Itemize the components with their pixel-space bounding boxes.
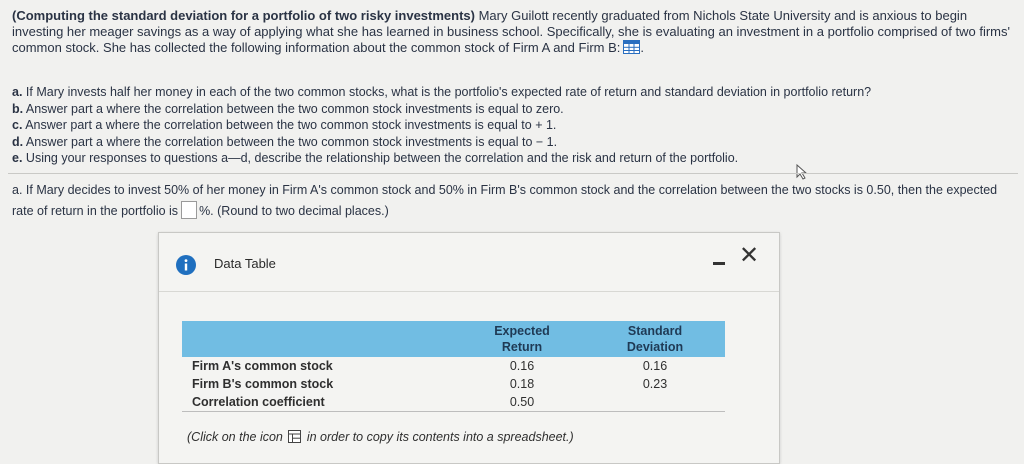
question-a: a. If Mary invests half her money in eac…: [12, 84, 1012, 101]
info-icon: [176, 255, 196, 275]
problem-intro: (Computing the standard deviation for a …: [12, 8, 1012, 56]
expected-return-cell: 0.50: [459, 393, 585, 412]
table-row: Firm A's common stock 0.16 0.16: [182, 357, 725, 375]
std-dev-cell: 0.16: [642, 359, 668, 373]
close-button[interactable]: ✕: [737, 243, 761, 269]
expected-return-cell: 0.16: [509, 359, 535, 373]
spreadsheet-grid-icon[interactable]: [623, 40, 641, 54]
table-header-expected-return: Expected Return: [459, 321, 585, 357]
question-text: Answer part a where the correlation betw…: [23, 101, 564, 116]
row-label: Correlation coefficient: [182, 393, 459, 412]
question-b: b. Answer part a where the correlation b…: [12, 101, 1012, 118]
data-table: Expected Return Standard Deviation Firm A'…: [182, 321, 725, 412]
dialog-title: Data Table: [214, 256, 276, 271]
question-text: If Mary invests half her money in each o…: [22, 85, 872, 99]
table-row: Correlation coefficient 0.50: [182, 393, 725, 412]
question-letter: d.: [12, 134, 24, 149]
row-label: Firm A's common stock: [192, 359, 333, 373]
question-letter: b.: [12, 101, 24, 116]
question-list: a. If Mary invests half her money in eac…: [12, 84, 1012, 167]
section-divider: [8, 173, 1018, 174]
expected-return-answer-input[interactable]: [181, 201, 198, 219]
std-dev-cell: 0.23: [642, 377, 668, 391]
part-a-instruction: %. (Round to two decimal places.): [199, 204, 389, 218]
mouse-cursor-icon: [796, 163, 808, 180]
question-text: Answer part a where the correlation betw…: [23, 134, 558, 149]
question-e: e. Using your responses to questions a—d…: [12, 150, 1012, 167]
copy-note-text: (Click on the icon: [187, 430, 283, 444]
copy-to-spreadsheet-icon[interactable]: [288, 430, 302, 443]
minimize-button[interactable]: [710, 251, 728, 271]
table-row: Firm B's common stock 0.18 0.23: [182, 375, 725, 393]
question-letter: e.: [12, 151, 23, 165]
expected-return-cell: 0.18: [509, 377, 535, 391]
row-label: Firm B's common stock: [192, 377, 334, 391]
problem-title: (Computing the standard deviation for a …: [12, 8, 475, 23]
table-header-row: Expected Return Standard Deviation: [182, 321, 725, 357]
question-text: Using your responses to questions a—d, d…: [22, 151, 739, 165]
dialog-header-divider: [159, 291, 779, 292]
table-header-blank: [182, 321, 459, 357]
table-header-standard-deviation: Standard Deviation: [585, 321, 725, 357]
copy-note-text: in order to copy its contents into a spr…: [306, 430, 574, 444]
question-letter: c.: [12, 118, 23, 132]
question-d: d. Answer part a where the correlation b…: [12, 134, 1012, 151]
question-letter: a.: [12, 85, 23, 99]
data-table-dialog: Data Table ✕ Expected Return Standard Devi…: [158, 232, 780, 464]
part-a-question: a. If Mary decides to invest 50% of her …: [12, 180, 1012, 222]
question-c: c. Answer part a where the correlation b…: [12, 117, 1012, 134]
std-dev-cell: [585, 393, 725, 412]
intro-period: .: [640, 40, 645, 55]
part-a-text: a. If Mary decides to invest 50% of her …: [12, 183, 998, 218]
question-text: Answer part a where the correlation betw…: [22, 118, 557, 132]
copy-instruction: (Click on the icon in order to copy its …: [187, 430, 574, 444]
